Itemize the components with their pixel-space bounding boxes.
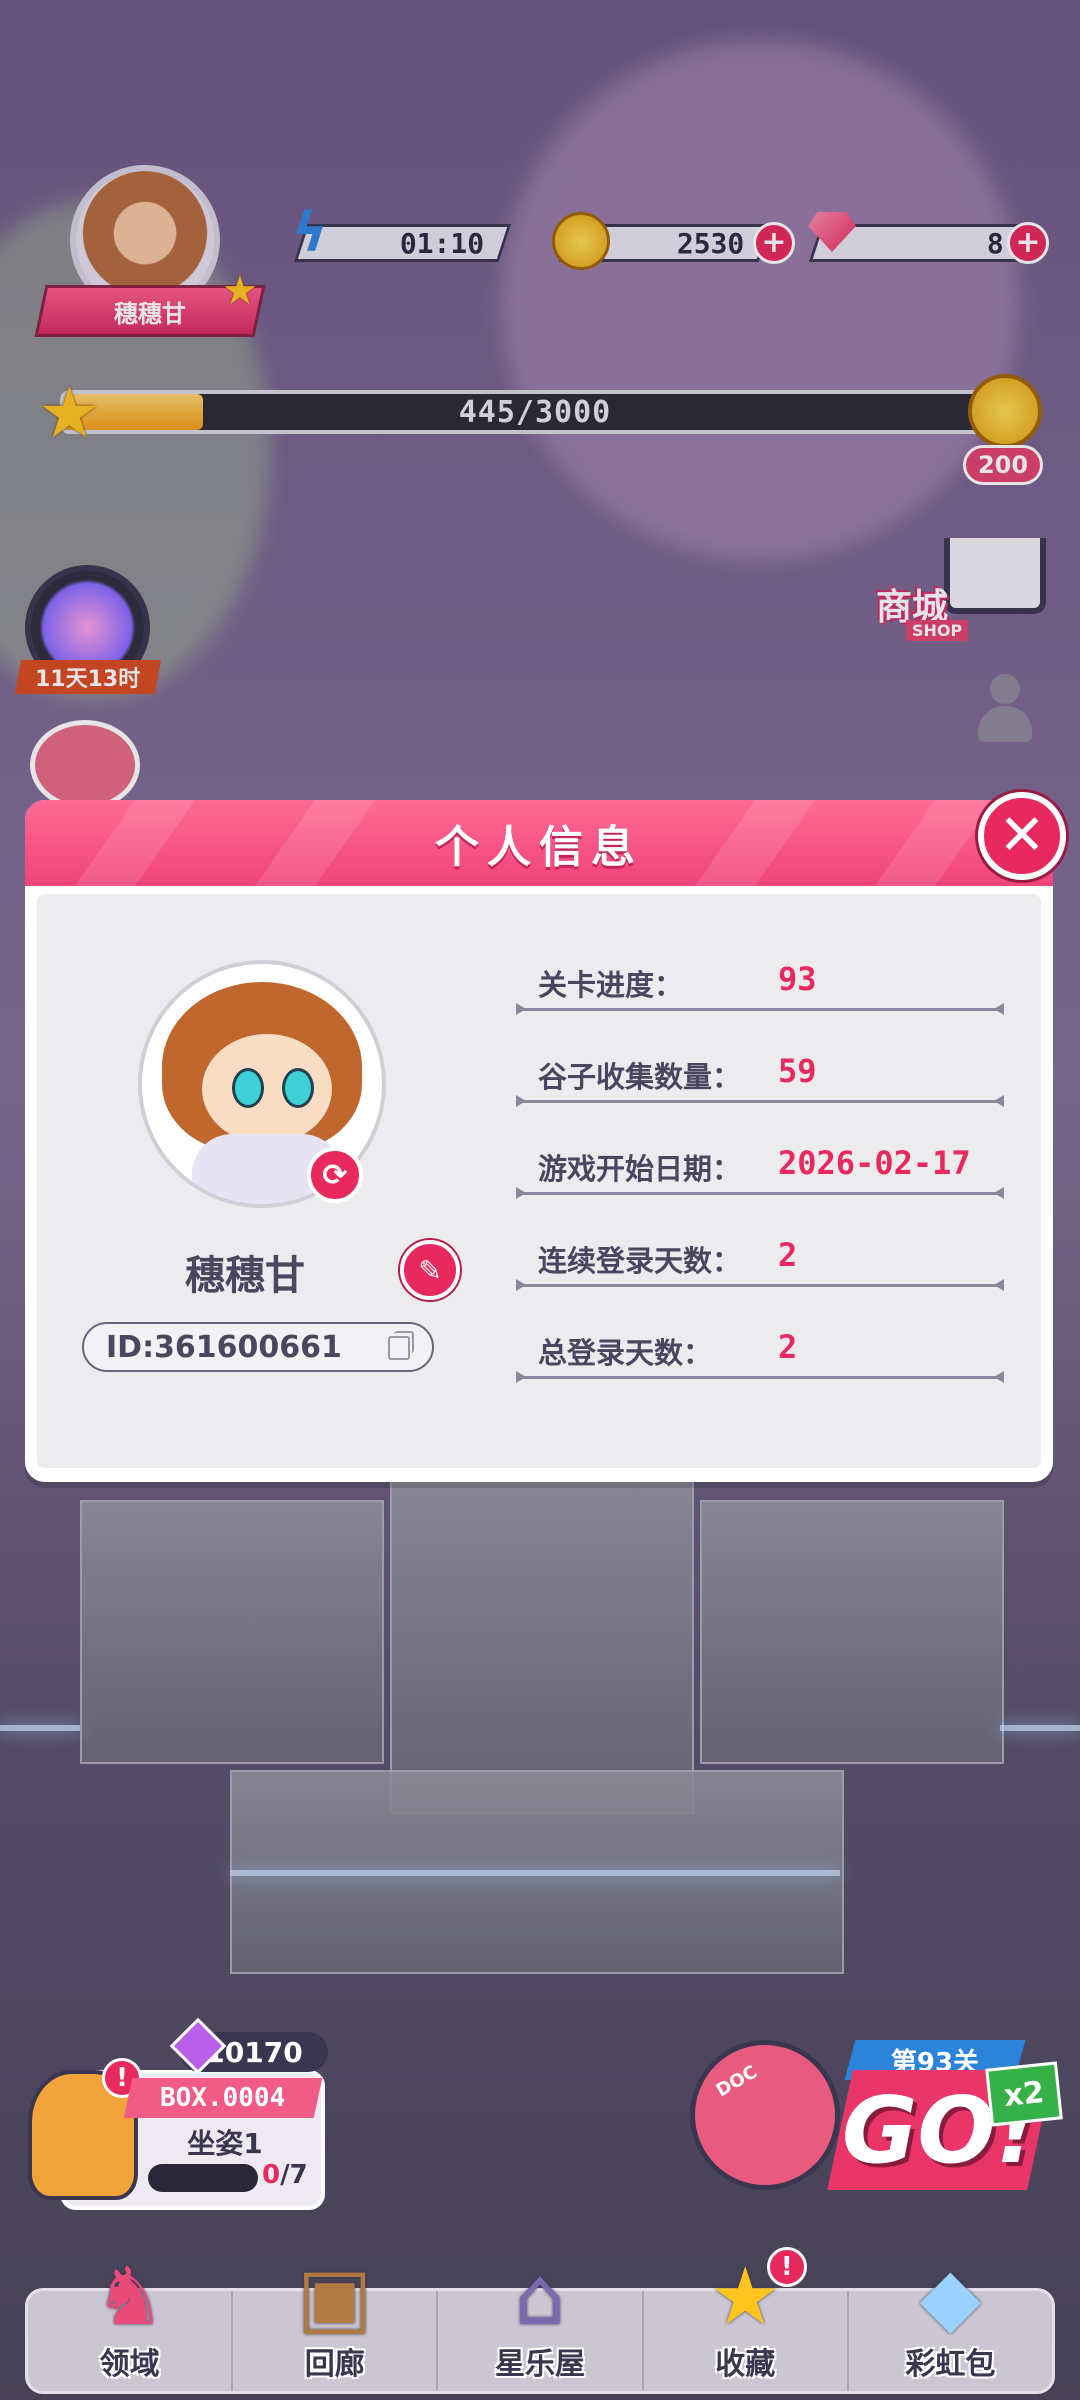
player-id-field[interactable]: ID:361600661	[82, 1322, 434, 1372]
nav-label: 彩虹包	[905, 2347, 996, 2382]
nav-item-1[interactable]: ♞ 领域	[28, 2250, 234, 2391]
stat-label: 总登录天数：	[538, 1336, 713, 1370]
character-badge: DOC	[690, 2040, 840, 2190]
stat-row: 连续登录天数： 2	[516, 1234, 1004, 1294]
nav-label: 领域	[99, 2347, 160, 2382]
edit-name-button[interactable]: ✎	[400, 1240, 460, 1300]
modal-header: 个人信息	[25, 800, 1053, 886]
close-button[interactable]: ✕	[978, 792, 1066, 880]
profile-name: 穗穗甘	[185, 1253, 305, 1299]
pencil-icon: ✎	[418, 1253, 442, 1287]
stat-label: 游戏开始日期：	[538, 1152, 742, 1186]
box-progress-bar	[148, 2164, 258, 2192]
frame-icon: ▣	[297, 2249, 373, 2343]
nav-label: 收藏	[715, 2347, 776, 2382]
nav-item-5[interactable]: ◆ 彩虹包	[849, 2250, 1052, 2391]
stat-row: 游戏开始日期： 2026-02-17	[516, 1142, 1004, 1202]
stat-value: 59	[778, 1052, 817, 1090]
stat-label: 关卡进度：	[538, 968, 684, 1002]
bottom-nav: ♞ 领域 ▣ 回廊 ⌂ 星乐屋 ★ 收藏! ◆ 彩虹包	[25, 2247, 1055, 2394]
house-icon: ⌂	[514, 2249, 566, 2343]
stat-divider	[516, 1095, 1004, 1107]
player-id: ID:361600661	[106, 1329, 342, 1365]
modal-title: 个人信息	[435, 822, 643, 873]
stat-row: 总登录天数： 2	[516, 1326, 1004, 1386]
stat-row: 关卡进度： 93	[516, 958, 1004, 1018]
stat-divider	[516, 1187, 1004, 1199]
stat-value: 2	[778, 1328, 798, 1366]
stat-row: 谷子收集数量： 59	[516, 1050, 1004, 1110]
stat-value: 2026-02-17	[778, 1144, 971, 1182]
avatar-eye	[282, 1068, 314, 1108]
nav-label: 星乐屋	[495, 2347, 585, 2382]
box-progress-text: 0/7	[262, 2160, 308, 2190]
box-title: BOX.0004	[123, 2078, 323, 2118]
close-icon: ✕	[998, 803, 1046, 868]
nav-item-4[interactable]: ★ 收藏!	[644, 2247, 849, 2391]
nav-item-2[interactable]: ▣ 回廊	[233, 2250, 439, 2391]
go-button[interactable]: DOC 第93关 GO! x2	[690, 2010, 1063, 2210]
stat-label: 连续登录天数：	[538, 1244, 742, 1278]
pedestal-icon: ♞	[93, 2249, 166, 2343]
stat-label: 谷子收集数量：	[538, 1060, 742, 1094]
multiplier-badge: x2	[985, 2061, 1063, 2127]
stat-divider	[516, 1279, 1004, 1291]
stat-value: 93	[778, 960, 817, 998]
stat-divider	[516, 1371, 1004, 1383]
nav-item-3[interactable]: ⌂ 星乐屋	[438, 2250, 644, 2391]
change-avatar-button[interactable]: ⟳	[307, 1147, 363, 1203]
gem-icon: ◆	[919, 2249, 982, 2343]
stat-divider	[516, 1003, 1004, 1015]
alert-badge: !	[766, 2247, 807, 2287]
avatar-eye	[232, 1068, 264, 1108]
refresh-icon: ⟳	[322, 1157, 348, 1193]
box-subtitle: 坐姿1	[187, 2127, 263, 2160]
copy-icon[interactable]	[388, 1331, 414, 1360]
stat-value: 2	[778, 1236, 798, 1274]
nav-label: 回廊	[304, 2347, 365, 2382]
